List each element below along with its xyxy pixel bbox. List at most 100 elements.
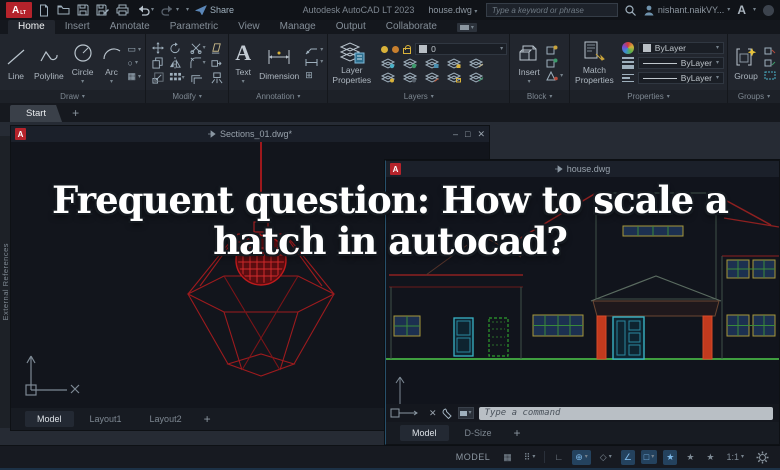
- customization-gear-icon[interactable]: [753, 449, 772, 466]
- sections-tab-model[interactable]: Model: [25, 411, 74, 427]
- house-new-layout-button[interactable]: +: [508, 426, 527, 440]
- rectangle-tool-icon[interactable]: ▭: [128, 44, 137, 55]
- arc-tool[interactable]: Arc ▾: [100, 41, 124, 85]
- undo-caret-icon[interactable]: ▾: [151, 7, 154, 13]
- dimension-style-icon[interactable]: [305, 58, 318, 67]
- offset-tool-icon[interactable]: [190, 72, 206, 84]
- table-tool-icon[interactable]: ⊞: [305, 70, 313, 81]
- mirror-tool-icon[interactable]: [169, 57, 185, 69]
- tab-insert[interactable]: Insert: [55, 20, 100, 34]
- ortho-toggle[interactable]: ∟: [551, 450, 566, 464]
- layer-lock-tool-icon[interactable]: [447, 58, 462, 69]
- hatch-tool-icon[interactable]: ▦: [128, 71, 137, 82]
- rotate-tool-icon[interactable]: [169, 42, 185, 54]
- layer-unlock-icon[interactable]: [403, 45, 412, 54]
- object-snap-tracking-toggle[interactable]: ∠: [620, 449, 635, 465]
- annotation-visibility-toggle[interactable]: ★: [663, 449, 678, 465]
- command-recent-icon[interactable]: ▾: [457, 407, 474, 419]
- layer-on-icon[interactable]: [381, 45, 389, 53]
- panel-label-draw[interactable]: Draw ▾: [0, 90, 146, 103]
- redo-caret-icon[interactable]: ▾: [176, 7, 179, 13]
- circle-tool[interactable]: Circle ▾: [70, 41, 96, 85]
- object-snap-toggle[interactable]: □ ▾: [640, 450, 658, 464]
- layer-properties-button[interactable]: Layer Properties: [330, 40, 373, 86]
- close-icon[interactable]: ✕: [477, 129, 485, 140]
- create-block-icon[interactable]: [546, 45, 558, 55]
- tab-collaborate[interactable]: Collaborate: [376, 20, 447, 34]
- undo-icon[interactable]: ▾: [136, 5, 154, 16]
- trim-tool-icon[interactable]: ▾: [190, 42, 206, 54]
- panel-label-modify[interactable]: Modify ▾: [146, 90, 229, 103]
- isodraft-toggle[interactable]: ◇ ▾: [597, 450, 615, 465]
- search-input[interactable]: [485, 3, 618, 17]
- dimension-tool[interactable]: Dimension: [257, 45, 301, 81]
- layer-select[interactable]: 0 ▾: [415, 43, 508, 55]
- save-as-icon[interactable]: [96, 4, 109, 16]
- text-tool[interactable]: A Text ▾: [233, 41, 253, 86]
- layer-unlock-tool-icon[interactable]: [447, 72, 462, 83]
- minimize-icon[interactable]: –: [453, 129, 458, 140]
- user-account-menu[interactable]: nishant.naikVY... ▾: [643, 4, 730, 16]
- new-drawing-tab-button[interactable]: +: [72, 106, 79, 120]
- snap-toggle[interactable]: ⠿ ▾: [521, 450, 539, 465]
- redo-icon[interactable]: ▾: [161, 5, 179, 16]
- lineweight-select[interactable]: ByLayer ▾: [637, 57, 724, 69]
- edit-block-icon[interactable]: [546, 58, 558, 68]
- insert-block-button[interactable]: Insert ▾: [516, 41, 542, 85]
- array-tool-icon[interactable]: ▾: [169, 72, 185, 84]
- tab-parametric[interactable]: Parametric: [160, 20, 228, 34]
- autodesk-logo-icon[interactable]: A: [737, 3, 746, 17]
- layer-isolate-icon[interactable]: [381, 58, 396, 69]
- polar-tracking-toggle[interactable]: ⊕ ▾: [572, 449, 591, 465]
- share-button[interactable]: Share: [195, 4, 234, 16]
- erase-tool-icon[interactable]: [211, 42, 223, 54]
- layer-current-icon[interactable]: [469, 72, 484, 83]
- annotation-scale-value[interactable]: 1:1 ▾: [723, 450, 747, 464]
- open-folder-icon[interactable]: [57, 4, 70, 16]
- match-properties-button[interactable]: Match Properties: [573, 40, 616, 86]
- command-input[interactable]: [478, 406, 773, 420]
- sections-window-titlebar[interactable]: A Sections_01.dwg* – □ ✕: [11, 126, 489, 142]
- maximize-icon[interactable]: □: [465, 129, 470, 140]
- sections-new-layout-button[interactable]: +: [198, 412, 217, 426]
- sections-tab-layout1[interactable]: Layout1: [78, 411, 134, 427]
- house-tab-dsize[interactable]: D-Size: [453, 425, 504, 441]
- tab-annotate[interactable]: Annotate: [100, 20, 160, 34]
- command-close-icon[interactable]: ✕: [429, 408, 437, 419]
- tab-home[interactable]: Home: [8, 20, 55, 34]
- layer-freeze-icon[interactable]: [392, 45, 400, 53]
- layer-walk-icon[interactable]: [381, 72, 396, 83]
- help-icon[interactable]: [763, 4, 774, 16]
- model-space-indicator[interactable]: MODEL: [456, 452, 491, 462]
- save-icon[interactable]: [77, 4, 89, 16]
- tab-start[interactable]: Start: [10, 105, 62, 122]
- search-icon[interactable]: [625, 4, 636, 16]
- leader-tool-icon[interactable]: [305, 46, 318, 55]
- ribbon-display-toggle[interactable]: ▾: [456, 23, 477, 32]
- panel-label-groups[interactable]: Groups ▾: [728, 90, 780, 103]
- layer-match-icon[interactable]: [469, 58, 484, 69]
- ungroup-icon[interactable]: [764, 47, 776, 56]
- scale-tool-icon[interactable]: [152, 72, 164, 84]
- stretch-tool-icon[interactable]: [211, 57, 223, 69]
- panel-label-annotation[interactable]: Annotation ▾: [229, 90, 328, 103]
- house-drawing-canvas[interactable]: [386, 177, 779, 404]
- object-color-select[interactable]: ByLayer ▾: [637, 42, 724, 54]
- autocad-logo[interactable]: A LT: [6, 2, 32, 18]
- block-attributes-icon[interactable]: [546, 71, 558, 81]
- qat-customize-caret-icon[interactable]: ▾: [186, 7, 189, 13]
- explode-tool-icon[interactable]: [211, 72, 223, 84]
- tab-output[interactable]: Output: [326, 20, 376, 34]
- layer-thaw-icon[interactable]: [425, 72, 440, 83]
- plot-icon[interactable]: [116, 4, 129, 16]
- house-window-titlebar[interactable]: A house.dwg: [386, 161, 779, 177]
- panel-label-properties[interactable]: Properties ▾: [570, 90, 727, 103]
- fillet-tool-icon[interactable]: ▾: [190, 57, 206, 69]
- layer-unisolate-icon[interactable]: [403, 58, 418, 69]
- grid-toggle[interactable]: ▦: [500, 450, 515, 465]
- layer-freeze-tool-icon[interactable]: [425, 58, 440, 69]
- tab-view[interactable]: View: [228, 20, 270, 34]
- group-button[interactable]: Group: [732, 45, 760, 81]
- linetype-select[interactable]: ByLayer ▾: [637, 72, 724, 84]
- copy-tool-icon[interactable]: [152, 57, 164, 69]
